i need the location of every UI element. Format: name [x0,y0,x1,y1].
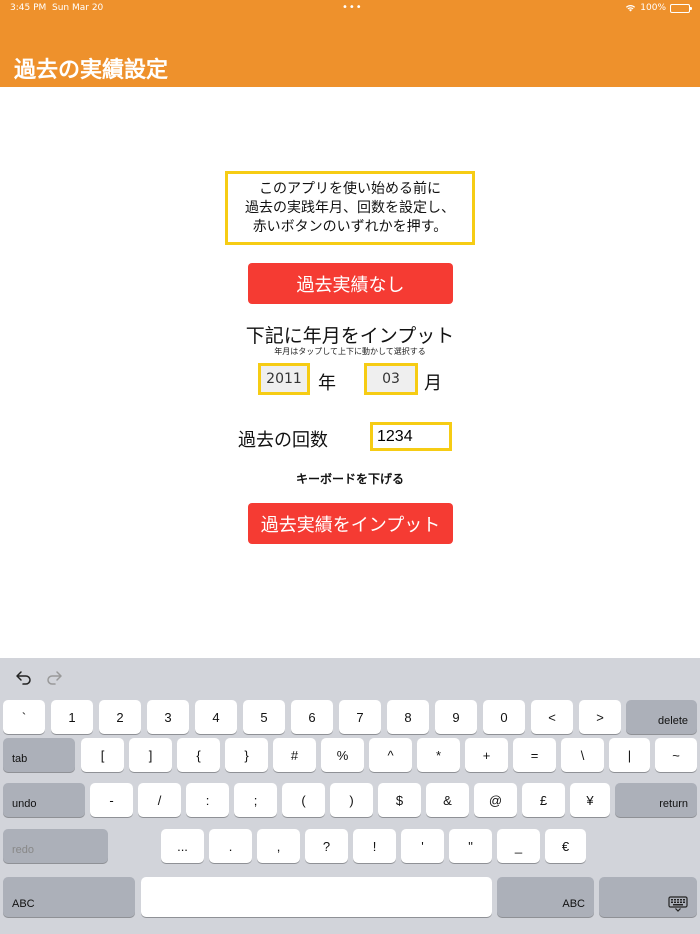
status-date: Sun Mar 20 [52,3,104,13]
key[interactable]: 0 [483,700,525,734]
key[interactable]: € [545,829,586,863]
instruction-line: このアプリを使い始める前に [259,180,441,197]
key[interactable]: & [426,783,469,817]
multitasking-dots-icon[interactable]: ••• [342,2,363,13]
date-input-heading: 下記に年月をインプット [245,325,455,347]
key[interactable]: 7 [339,700,381,734]
key[interactable]: 4 [195,700,237,734]
key[interactable]: | [609,738,650,772]
tab-key[interactable]: tab [3,738,75,772]
key[interactable]: @ [474,783,517,817]
key[interactable]: ; [234,783,277,817]
key[interactable]: ' [401,829,444,863]
status-right: 100% [625,3,692,13]
key[interactable]: 6 [291,700,333,734]
wifi-icon [626,4,636,12]
date-input-hint: 年月はタップして上下に動かして選択する [274,347,426,356]
keyboard: ` 1 2 3 4 5 6 7 8 9 0 < > delete tab [ ]… [0,658,700,934]
month-unit-label: 月 [424,373,442,394]
key[interactable]: _ [497,829,540,863]
instruction-line: 赤いボタンのいずれかを押す。 [252,218,448,235]
key[interactable]: ¥ [570,783,610,817]
count-label: 過去の回数 [238,430,328,451]
page-title: 過去の実績設定 [14,58,169,83]
key[interactable]: 3 [147,700,189,734]
key[interactable]: 8 [387,700,429,734]
no-history-button[interactable]: 過去実績なし [248,263,453,304]
keyboard-hide-icon [668,896,688,912]
key[interactable]: : [186,783,229,817]
key[interactable]: / [138,783,181,817]
key[interactable]: ( [282,783,325,817]
key[interactable]: ` [3,700,45,734]
battery-percent: 100% [640,3,666,13]
instruction-line: 過去の実践年月、回数を設定し、 [245,199,455,216]
space-key[interactable] [141,877,492,917]
key[interactable]: [ [81,738,124,772]
key[interactable]: + [465,738,508,772]
key[interactable]: = [513,738,556,772]
key[interactable]: < [531,700,573,734]
key[interactable]: . [209,829,252,863]
undo-key[interactable]: undo [3,783,85,817]
key[interactable]: ] [129,738,172,772]
key[interactable]: ... [161,829,204,863]
redo-icon[interactable] [45,668,63,686]
keyboard-shortcut-bar [0,658,700,696]
dismiss-keyboard-key[interactable] [599,877,697,917]
key[interactable]: ^ [369,738,412,772]
key[interactable]: } [225,738,268,772]
key[interactable]: $ [378,783,421,817]
key[interactable]: > [579,700,621,734]
key[interactable]: 9 [435,700,477,734]
battery-icon [670,3,692,13]
key[interactable]: - [90,783,133,817]
input-history-button[interactable]: 過去実績をインプット [248,503,453,544]
abc-key-right[interactable]: ABC [497,877,594,917]
undo-icon[interactable] [15,668,33,686]
key[interactable]: £ [522,783,565,817]
key[interactable]: % [321,738,364,772]
status-time: 3:45 PM [10,3,47,13]
app-header: 3:45 PM Sun Mar 20 ••• 100% 過去の実績設定 [0,0,700,87]
key[interactable]: ! [353,829,396,863]
key[interactable]: # [273,738,316,772]
key[interactable]: ? [305,829,348,863]
delete-key[interactable]: delete [626,700,697,734]
key[interactable]: ) [330,783,373,817]
instruction-box: このアプリを使い始める前に 過去の実践年月、回数を設定し、 赤いボタンのいずれか… [225,171,475,245]
year-unit-label: 年 [318,373,336,394]
key[interactable]: 2 [99,700,141,734]
key[interactable]: 5 [243,700,285,734]
key[interactable]: * [417,738,460,772]
year-picker[interactable]: 2011 [258,363,310,395]
dismiss-keyboard-button[interactable]: キーボードを下げる [0,470,700,487]
redo-key[interactable]: redo [3,829,108,863]
count-input[interactable]: 1234 [370,422,452,451]
key[interactable]: " [449,829,492,863]
key[interactable]: ~ [655,738,697,772]
key[interactable]: , [257,829,300,863]
return-key[interactable]: return [615,783,697,817]
abc-key-left[interactable]: ABC [3,877,135,917]
key[interactable]: 1 [51,700,93,734]
key[interactable]: \ [561,738,604,772]
key[interactable]: { [177,738,220,772]
month-picker[interactable]: 03 [364,363,418,395]
